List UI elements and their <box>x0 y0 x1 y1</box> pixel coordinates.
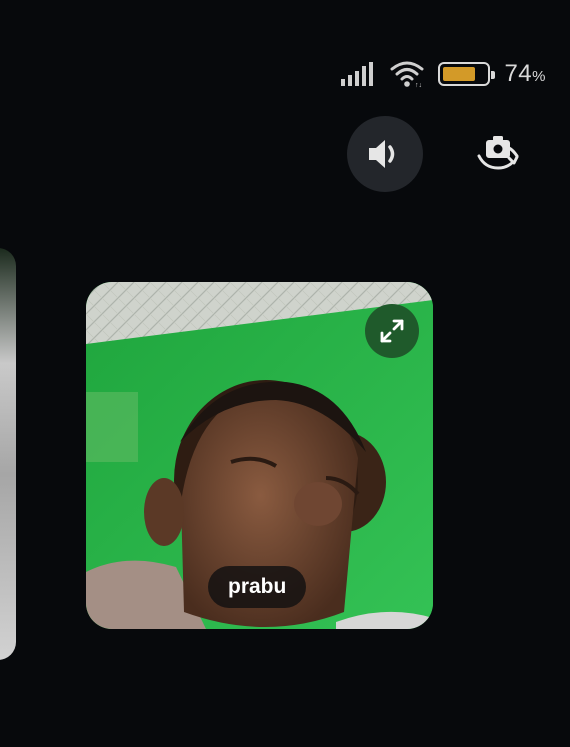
status-bar: ↑↓ 74% <box>340 58 546 90</box>
signal-bars-icon <box>341 62 374 86</box>
battery-icon <box>438 62 496 86</box>
battery-percent: 74% <box>504 60 546 87</box>
battery-fill <box>443 67 475 81</box>
expand-icon <box>380 319 404 343</box>
flip-camera-icon <box>477 136 519 170</box>
speaker-icon <box>369 140 395 168</box>
flip-camera-button[interactable] <box>460 116 536 192</box>
participant-video-tile[interactable]: prabu <box>86 282 433 629</box>
svg-text:↑↓: ↑↓ <box>415 82 422 88</box>
wifi-icon: ↑↓ <box>390 61 424 88</box>
participant-name-label: prabu <box>208 566 307 608</box>
offscreen-participant-tile[interactable] <box>0 248 16 660</box>
expand-button[interactable] <box>365 304 419 358</box>
speaker-button[interactable] <box>347 116 423 192</box>
